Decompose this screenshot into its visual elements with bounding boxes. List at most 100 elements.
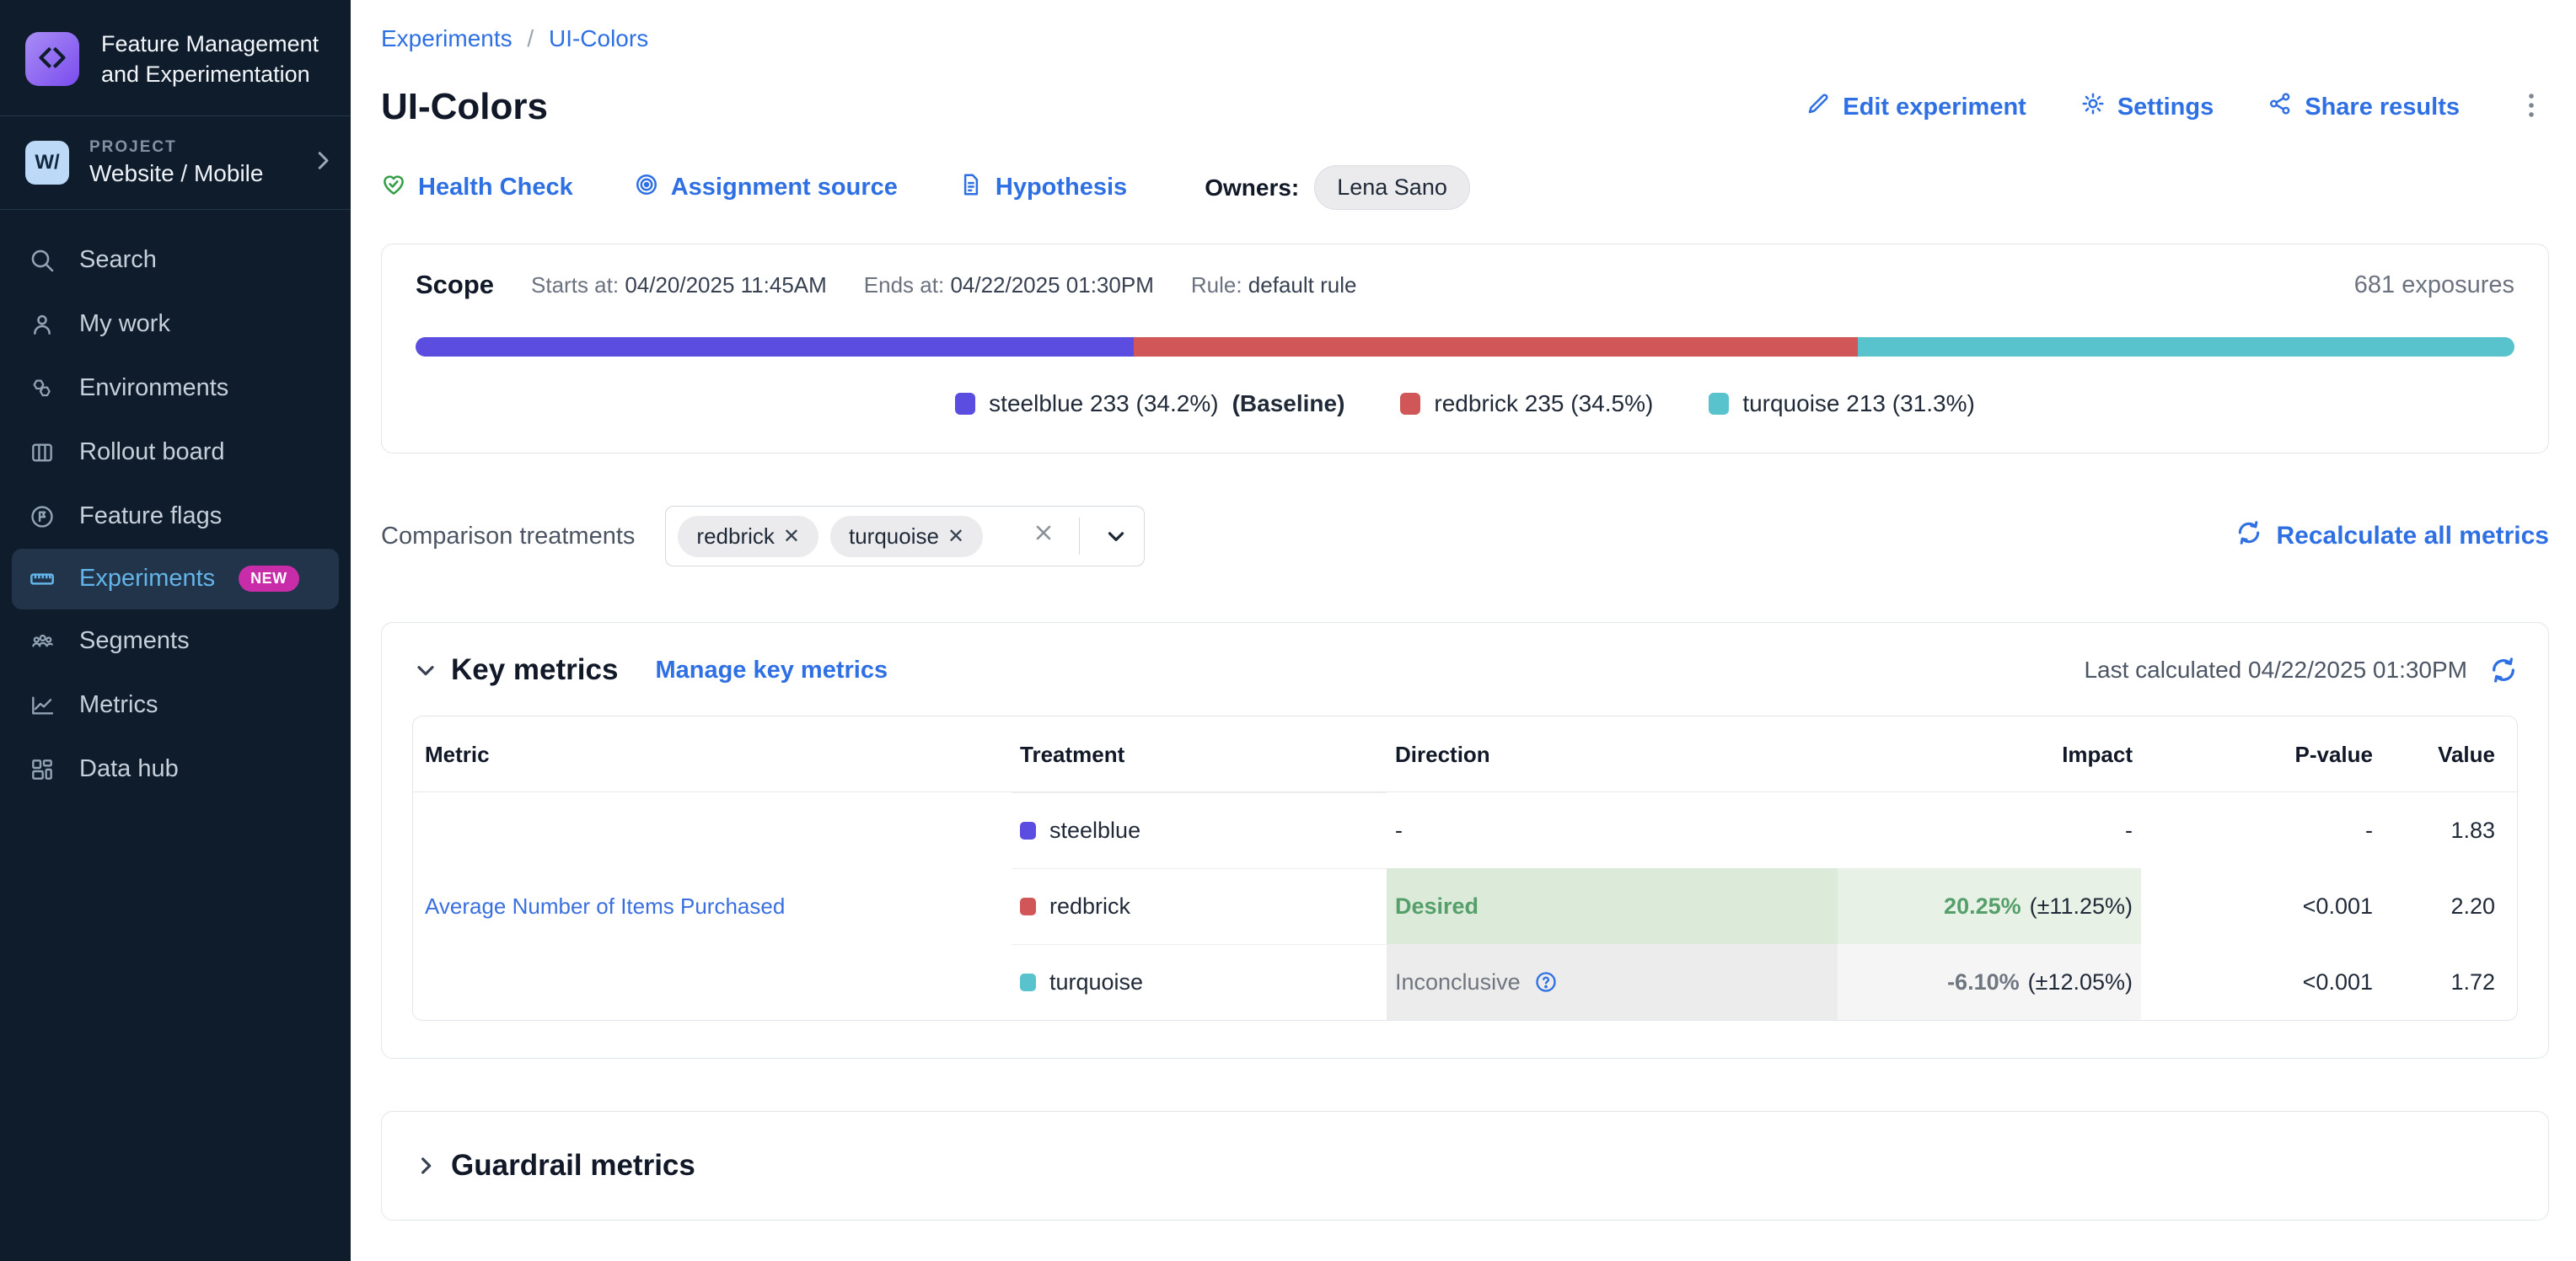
project-label: PROJECT: [89, 138, 263, 157]
metric-cell: Average Number of Items Purchased: [413, 792, 1012, 1020]
legend-item-redbrick: redbrick 235 (34.5%): [1400, 390, 1653, 417]
col-direction: Direction: [1387, 716, 1838, 791]
sidebar-item-feature-flags[interactable]: Feature flags: [0, 485, 351, 549]
document-icon: [958, 172, 984, 204]
redbrick-swatch: [1020, 898, 1036, 915]
key-metrics-card: Key metrics Manage key metrics Last calc…: [381, 622, 2549, 1059]
impact-cell: 20.25% (±11.25%): [1838, 868, 2141, 944]
distribution-segment-redbrick: [1134, 337, 1858, 357]
app-root: Feature Management and Experimentation W…: [0, 0, 2576, 1261]
search-icon: [29, 247, 56, 274]
refresh-icon[interactable]: [2489, 656, 2518, 684]
grid-icon: [29, 756, 56, 783]
sidebar-item-label: Data hub: [79, 755, 179, 783]
flag-icon: [29, 503, 56, 530]
legend-item-steelblue: steelblue 233 (34.2%) (Baseline): [955, 390, 1344, 417]
health-check-link[interactable]: Health Check: [381, 172, 573, 204]
share-icon: [2267, 91, 2293, 123]
breadcrumb-current[interactable]: UI-Colors: [549, 25, 648, 51]
health-check-label: Health Check: [418, 174, 573, 201]
pvalue-cell: <0.001: [2141, 944, 2381, 1020]
select-divider: [1079, 518, 1080, 555]
project-switcher[interactable]: W/ PROJECT Website / Mobile: [0, 116, 351, 210]
sidebar-item-rollout-board[interactable]: Rollout board: [0, 421, 351, 485]
guardrail-metrics-card: Guardrail metrics: [381, 1111, 2549, 1221]
sidebar-item-metrics[interactable]: Metrics: [0, 673, 351, 738]
steelblue-swatch: [1020, 822, 1036, 840]
chevron-down-icon[interactable]: [1103, 523, 1129, 549]
col-treatment: Treatment: [1012, 716, 1387, 791]
scope-starts: Starts at: 04/20/2025 11:45AM: [531, 272, 827, 298]
manage-key-metrics-link[interactable]: Manage key metrics: [655, 657, 888, 684]
sidebar-item-label: Segments: [79, 627, 190, 655]
refresh-icon: [2235, 519, 2262, 553]
expand-chevron-icon[interactable]: [412, 1152, 439, 1179]
app-logo-icon: [25, 32, 79, 86]
treatment-name: steelblue: [1049, 818, 1140, 844]
remove-chip-icon[interactable]: ✕: [947, 524, 964, 549]
page-title: UI-Colors: [381, 86, 548, 128]
edit-experiment-label: Edit experiment: [1843, 94, 2026, 121]
legend-label: turquoise 213 (31.3%): [1742, 390, 1975, 417]
clear-all-icon[interactable]: [1032, 521, 1055, 551]
chevron-right-icon: [310, 148, 335, 177]
direction-cell: -: [1387, 792, 1838, 868]
value-cell: 2.20: [2381, 868, 2517, 944]
edit-experiment-button[interactable]: Edit experiment: [1806, 91, 2026, 123]
hypothesis-link[interactable]: Hypothesis: [958, 172, 1127, 204]
project-badge: W/: [25, 141, 69, 185]
impact-ci: (±12.05%): [2028, 969, 2133, 995]
collapse-chevron-icon[interactable]: [412, 657, 439, 684]
hypothesis-label: Hypothesis: [996, 174, 1127, 201]
treatment-cell-steelblue: steelblue: [1012, 792, 1387, 868]
hexagons-icon: [29, 375, 56, 402]
guardrail-metrics-title: Guardrail metrics: [451, 1149, 695, 1183]
scope-ends: Ends at: 04/22/2025 01:30PM: [864, 272, 1154, 298]
app-header: Feature Management and Experimentation: [0, 0, 351, 116]
sidebar-item-experiments[interactable]: Experiments NEW: [12, 549, 339, 609]
sidebar-item-data-hub[interactable]: Data hub: [0, 738, 351, 802]
redbrick-swatch: [1400, 393, 1420, 415]
sidebar-item-search[interactable]: Search: [0, 228, 351, 292]
sidebar: Feature Management and Experimentation W…: [0, 0, 351, 1261]
scope-rule: Rule: default rule: [1191, 272, 1357, 298]
gear-icon: [2080, 91, 2106, 123]
people-icon: [29, 628, 56, 655]
settings-label: Settings: [2117, 94, 2214, 121]
ruler-icon: [29, 566, 56, 593]
impact-cell: -6.10% (±12.05%): [1838, 944, 2141, 1020]
impact-pct: 20.25%: [1944, 893, 2021, 920]
chip-redbrick[interactable]: redbrick ✕: [678, 516, 818, 557]
share-results-button[interactable]: Share results: [2267, 91, 2460, 123]
scope-title: Scope: [416, 270, 494, 300]
recalculate-all-metrics-button[interactable]: Recalculate all metrics: [2235, 519, 2549, 553]
new-badge: NEW: [239, 566, 299, 592]
more-options-button[interactable]: [2514, 91, 2549, 124]
pencil-icon: [1806, 91, 1831, 123]
owners-label: Owners:: [1205, 174, 1299, 201]
sidebar-item-my-work[interactable]: My work: [0, 292, 351, 357]
project-name: Website / Mobile: [89, 160, 263, 187]
treatment-cell-turquoise: turquoise: [1012, 944, 1387, 1020]
col-value: Value: [2381, 716, 2517, 791]
breadcrumb-experiments[interactable]: Experiments: [381, 25, 513, 51]
chip-turquoise[interactable]: turquoise ✕: [830, 516, 983, 557]
metric-link[interactable]: Average Number of Items Purchased: [425, 893, 785, 920]
question-circle-icon[interactable]: [1534, 970, 1558, 994]
sidebar-item-segments[interactable]: Segments: [0, 609, 351, 673]
comparison-treatments-select[interactable]: redbrick ✕ turquoise ✕: [665, 506, 1145, 566]
remove-chip-icon[interactable]: ✕: [783, 524, 800, 549]
sidebar-item-environments[interactable]: Environments: [0, 357, 351, 421]
experiment-meta-row: Health Check Assignment source Hypothesi…: [381, 165, 2549, 210]
assignment-source-link[interactable]: Assignment source: [634, 172, 898, 204]
key-metrics-table: Metric Treatment Direction Impact P-valu…: [412, 716, 2518, 1021]
settings-button[interactable]: Settings: [2080, 91, 2214, 123]
impact-ci: (±11.25%): [2030, 893, 2133, 920]
owner-chip[interactable]: Lena Sano: [1314, 165, 1470, 210]
value-cell: 1.83: [2381, 792, 2517, 868]
last-calculated-label: Last calculated 04/22/2025 01:30PM: [2084, 657, 2467, 684]
user-icon: [29, 311, 56, 338]
table-header-row: Metric Treatment Direction Impact P-valu…: [413, 716, 2517, 792]
bullseye-icon: [634, 172, 659, 204]
sidebar-item-label: Rollout board: [79, 438, 225, 466]
